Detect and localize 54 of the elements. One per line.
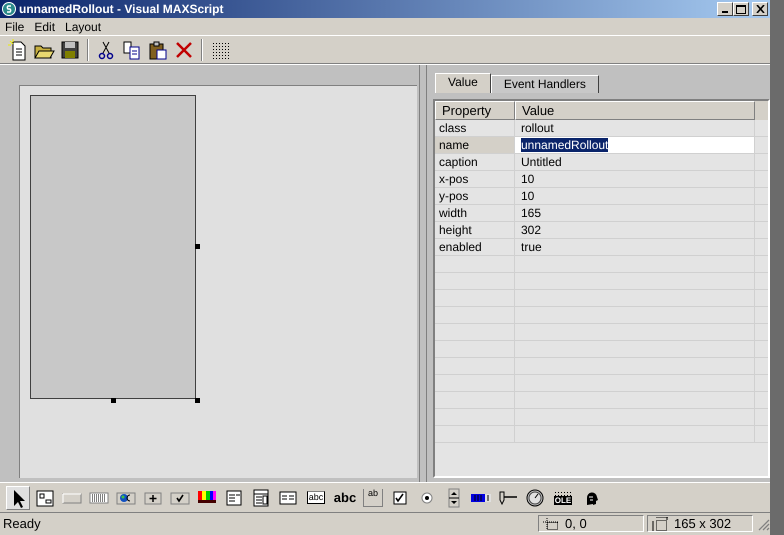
bitmap-icon [35, 488, 55, 508]
tool-button[interactable]: OLE [550, 486, 576, 510]
slider-icon [498, 490, 518, 506]
menu-item[interactable]: Layout [60, 18, 106, 36]
property-name: class [435, 120, 515, 136]
resize-handle[interactable] [195, 398, 200, 403]
progress-bar-icon [471, 492, 491, 504]
maximize-button[interactable] [733, 2, 749, 16]
app-icon [2, 2, 16, 16]
resize-grip[interactable] [756, 516, 770, 530]
property-name: name [435, 137, 515, 153]
spinner-icon [448, 488, 460, 508]
maximize-icon [736, 4, 746, 14]
menu-item[interactable]: Edit [29, 18, 60, 36]
property-name: enabled [435, 239, 515, 255]
window-title: unnamedRollout - Visual MAXScript [19, 1, 224, 18]
property-name: width [435, 205, 515, 221]
save-icon [59, 38, 81, 60]
clock-icon [526, 488, 544, 506]
tool-button[interactable]: abc [303, 486, 329, 510]
property-name: x-pos [435, 171, 515, 187]
minimize-button[interactable] [717, 2, 733, 16]
close-button[interactable] [752, 2, 768, 16]
size-pane: 165 x 302 [647, 515, 753, 532]
property-name: caption [435, 154, 515, 170]
status-message: Ready [2, 514, 42, 533]
column-header[interactable]: Property [435, 101, 515, 120]
tool-button[interactable]: abc [332, 486, 358, 510]
property-value: true [515, 239, 755, 255]
property-value: 10 [515, 188, 755, 204]
property-value: 165 [515, 205, 755, 221]
property-value: 10 [515, 171, 755, 187]
property-value: rollout [515, 120, 755, 136]
resize-handle[interactable] [195, 244, 200, 249]
value-field[interactable]: unnamedRollout [515, 137, 755, 153]
position-icon [543, 518, 559, 530]
resize-handle[interactable] [111, 398, 116, 403]
dropdown-list-icon [251, 488, 271, 508]
combo-box-icon [224, 488, 244, 508]
property-value: 302 [515, 222, 755, 238]
close-icon [756, 5, 764, 13]
radio-icon [419, 490, 435, 506]
checkbox-icon [392, 490, 408, 506]
property-name: y-pos [435, 188, 515, 204]
tab[interactable]: Event Handlers [490, 75, 599, 93]
menu-item[interactable]: File [0, 18, 30, 36]
tool-button[interactable] [6, 486, 30, 510]
column-header[interactable]: Value [515, 101, 755, 120]
tab[interactable]: Value [435, 73, 491, 93]
size-icon [652, 516, 668, 530]
paste-icon [147, 38, 169, 60]
property-value: Untitled [515, 154, 755, 170]
property-name: height [435, 222, 515, 238]
position-pane: 0, 0 [538, 515, 644, 532]
